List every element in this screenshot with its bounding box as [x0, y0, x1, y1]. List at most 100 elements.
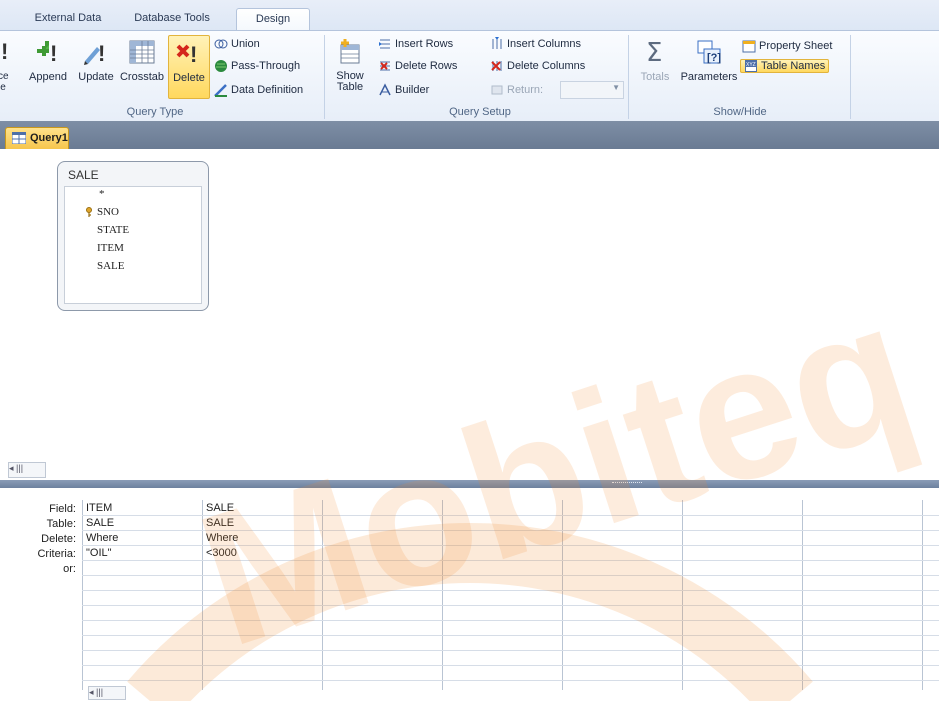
- insert-rows-icon: [379, 39, 390, 49]
- return-label: Return:: [507, 84, 544, 96]
- cell-criteria-1[interactable]: "OIL": [86, 547, 112, 559]
- delete-label: Delete: [173, 72, 205, 84]
- tab-design[interactable]: Design: [236, 8, 310, 31]
- query-setup-group-label: Query Setup: [449, 106, 511, 118]
- grid-row-line: [82, 545, 939, 546]
- grid-row-line: [82, 515, 939, 516]
- data-definition-icon: [214, 84, 227, 98]
- pass-through-label: Pass-Through: [231, 60, 301, 72]
- cell-delete-2[interactable]: Where: [206, 532, 238, 544]
- insert-columns-button[interactable]: Insert Columns: [490, 35, 581, 53]
- parameters-label: Parameters: [680, 71, 738, 83]
- update-pencil-icon: !: [84, 41, 105, 66]
- cell-delete-1[interactable]: Where: [86, 532, 118, 544]
- return-label-wrap: Return:: [490, 81, 543, 99]
- field-item[interactable]: ITEM: [97, 242, 124, 254]
- grid-col-line: [442, 500, 443, 690]
- property-sheet-button[interactable]: Property Sheet: [742, 37, 832, 55]
- grid-col-line: [802, 500, 803, 690]
- scroll-left-icon: ◂ |||: [89, 687, 104, 697]
- field-sale[interactable]: SALE: [97, 260, 125, 272]
- grid-row-line: [82, 575, 939, 576]
- ribbon-divider: [324, 35, 325, 119]
- show-hide-group-label: Show/Hide: [713, 106, 767, 118]
- cell-field-2[interactable]: SALE: [206, 502, 234, 514]
- query-type-group-label: Query Type: [126, 106, 184, 118]
- grid-row-line: [82, 620, 939, 621]
- grid-col-line: [82, 500, 83, 690]
- delete-rows-label: Delete Rows: [395, 60, 458, 72]
- grid-col-line: [682, 500, 683, 690]
- svg-text:!: !: [190, 42, 197, 67]
- scroll-left-icon: ◂ |||: [9, 463, 24, 473]
- pass-through-button[interactable]: Pass-Through: [214, 57, 300, 75]
- delete-x-icon: !: [176, 42, 197, 67]
- append-label: Append: [29, 71, 67, 83]
- cell-table-1[interactable]: SALE: [86, 517, 114, 529]
- union-icon: [214, 39, 228, 49]
- lower-scrollbar[interactable]: ◂ |||: [88, 686, 126, 700]
- svg-text:!: !: [50, 41, 57, 66]
- tab-query1[interactable]: Query1: [5, 127, 69, 150]
- parameters-button[interactable]: [?] Parameters: [678, 35, 740, 97]
- query-grid-pane: Field: Table: Delete: Criteria: or: ITEM…: [0, 488, 939, 701]
- grid-row-line: [82, 650, 939, 651]
- table-field-list[interactable]: SALE * SNO STATE ITEM SALE: [57, 161, 209, 311]
- design-grid: ITEM SALE Where "OIL" SALE SALE Where <3…: [82, 500, 939, 690]
- append-icon: !: [37, 41, 57, 66]
- insert-rows-button[interactable]: Insert Rows: [378, 35, 453, 53]
- ribbon-tab-bar: External Data Database Tools Design: [0, 0, 939, 31]
- svg-text:!: !: [1, 39, 8, 64]
- builder-label: Builder: [395, 84, 430, 96]
- append-button[interactable]: ! Append: [22, 35, 74, 97]
- update-button[interactable]: ! Update: [74, 35, 118, 97]
- query-icon: [12, 132, 26, 145]
- builder-button[interactable]: Builder: [378, 81, 429, 99]
- row-label-criteria: Criteria:: [37, 548, 76, 560]
- field-sno[interactable]: SNO: [97, 206, 119, 218]
- field-all[interactable]: *: [99, 188, 105, 200]
- delete-columns-button[interactable]: Delete Columns: [490, 57, 585, 75]
- grid-row-line: [82, 635, 939, 636]
- totals-button[interactable]: Σ Totals: [636, 35, 674, 97]
- row-label-field: Field:: [49, 503, 76, 515]
- show-table-icon: [340, 39, 360, 64]
- cell-table-2[interactable]: SALE: [206, 517, 234, 529]
- row-label-delete: Delete:: [41, 533, 76, 545]
- query1-tab-label: Query1: [30, 132, 68, 144]
- upper-scrollbar[interactable]: ◂ |||: [8, 462, 46, 478]
- parameters-icon: [?]: [697, 40, 721, 64]
- row-label-or: or:: [63, 563, 76, 575]
- cell-criteria-2[interactable]: <3000: [206, 547, 237, 559]
- globe-icon: [215, 60, 227, 73]
- tab-database-tools[interactable]: Database Tools: [128, 8, 216, 30]
- show-table-label-2: Table: [336, 81, 364, 93]
- svg-text:[?]: [?]: [707, 52, 721, 64]
- make-table-icon: !: [1, 39, 8, 64]
- totals-label: Totals: [640, 71, 670, 83]
- union-button[interactable]: Union: [214, 35, 260, 53]
- grid-row-line: [82, 680, 939, 681]
- crosstab-grid-icon: [129, 40, 155, 64]
- delete-columns-label: Delete Columns: [507, 60, 586, 72]
- delete-rows-button[interactable]: Delete Rows: [378, 57, 457, 75]
- table-names-button[interactable]: XYZ Table Names: [740, 57, 830, 75]
- cell-field-1[interactable]: ITEM: [86, 502, 112, 514]
- insert-columns-label: Insert Columns: [507, 38, 581, 50]
- return-icon: [491, 85, 503, 95]
- document-tab-bar: Query1: [0, 121, 939, 150]
- crosstab-button[interactable]: Crosstab: [118, 35, 166, 97]
- table-names-label: Table Names: [761, 60, 826, 72]
- field-state[interactable]: STATE: [97, 224, 129, 236]
- grid-col-line: [202, 500, 203, 690]
- delete-query-button[interactable]: ! Delete: [168, 35, 210, 99]
- data-definition-button[interactable]: Data Definition: [214, 81, 303, 99]
- svg-text:!: !: [98, 41, 105, 66]
- pane-splitter[interactable]: [0, 480, 939, 488]
- tab-external-data[interactable]: External Data: [30, 8, 106, 30]
- make-table-button[interactable]: ! ce le: [0, 35, 14, 97]
- table-names-highlight: XYZ Table Names: [740, 59, 830, 73]
- grid-row-line: [82, 560, 939, 561]
- show-table-button[interactable]: Show Table: [330, 35, 370, 97]
- return-combo[interactable]: ▼: [560, 81, 624, 99]
